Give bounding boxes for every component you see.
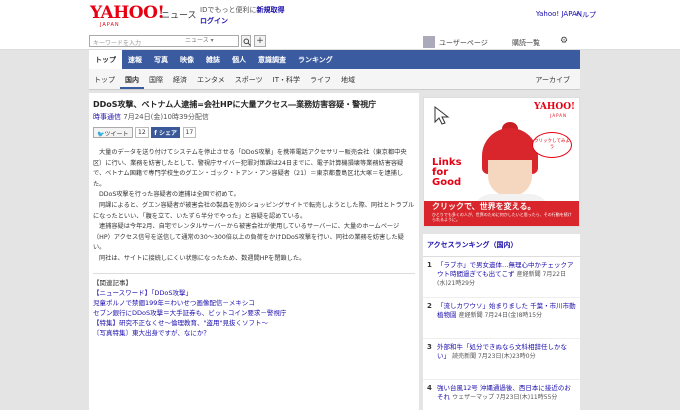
category-nav: トップ 国内 国際 経済 エンタメ スポーツ IT・科学 ライフ 地域 アーカイ…: [89, 69, 580, 90]
ad-click-bubble: クリックしてみよう: [532, 132, 572, 158]
category-tab-domestic[interactable]: 国内: [120, 69, 144, 89]
related-articles: 【関連記事】 【ニュースワード】「DDoS攻撃」 児童ポルノで禁錮199年＝わい…: [93, 272, 415, 338]
related-link[interactable]: 〔写真特集〕東大出身ですが、なにか？: [93, 328, 415, 338]
tweet-count: 12: [135, 127, 149, 138]
related-link[interactable]: 児童ポルノで禁錮199年＝わいせつ画像配信－メキシコ: [93, 298, 415, 308]
ranking-source: ウェザーマップ 7月23日(木)11時55分: [452, 394, 558, 401]
id-promo-text: IDでもっと便利に: [200, 6, 257, 14]
ad-small-text: ひとりでも多くの人が、世界のために何かしたいと思ったら、その行動を続けられるよう…: [432, 212, 572, 222]
article-meta: 時事通信 7月24日(金)10時39分配信: [93, 112, 415, 122]
login-link[interactable]: ログイン: [200, 16, 228, 26]
chevron-down-icon: ▾: [210, 37, 214, 44]
search-scope-select[interactable]: ニュース ▾: [185, 35, 214, 44]
ranking-source: 読売新聞 7月23日(木)23時0分: [452, 353, 536, 360]
article-paragraph: 同課によると、グエン容疑者が被害会社の製品を別のショッピングサイトで転売しようと…: [93, 201, 415, 220]
search-icon: [243, 38, 251, 46]
article-paragraph: DDoS攻撃を行った容疑者の逮捕は全国で初めて。: [99, 191, 240, 199]
facebook-share-button[interactable]: f シェア: [151, 127, 180, 138]
add-button[interactable]: +: [254, 35, 266, 47]
tweet-label: ツイート: [104, 131, 129, 138]
gear-icon[interactable]: ⚙: [558, 35, 570, 47]
nav-tab-individual[interactable]: 個人: [226, 50, 252, 69]
user-avatar-icon: [423, 36, 435, 48]
article-body: 大量のデータを送り付けてシステムを停止させる「DDoS攻撃」を携帯電話アクセサリ…: [93, 148, 415, 265]
article: DDoS攻撃、ベトナム人逮捕=会社HPに大量アクセス―業務妨害容疑・警視庁 時事…: [89, 93, 419, 410]
rank-number: 1: [427, 261, 432, 269]
register-link[interactable]: 新規取得: [256, 6, 284, 14]
related-link[interactable]: 【ニュースワード】「DDoS攻撃」: [93, 288, 415, 298]
article-paragraph: 大量のデータを送り付けてシステムを停止させる「DDoS攻撃」を携帯電話アクセサリ…: [93, 149, 407, 188]
category-tab-economy[interactable]: 経済: [168, 69, 192, 89]
nav-tab-survey[interactable]: 意識調査: [252, 50, 292, 69]
archive-link[interactable]: アーカイブ: [535, 75, 570, 85]
category-tab-top[interactable]: トップ: [89, 69, 120, 89]
category-tab-local[interactable]: 地域: [336, 69, 360, 89]
links-for-good-ad[interactable]: YAHOO! JAPAN クリックしてみよう Links for Good クリ…: [423, 97, 580, 227]
nav-tab-video[interactable]: 映像: [174, 50, 200, 69]
ad-tagline: Links for Good: [432, 157, 462, 188]
category-tab-entertainment[interactable]: エンタメ: [192, 69, 230, 89]
share-count: 17: [182, 127, 197, 138]
ranking-item[interactable]: 4 強い台風12号 沖縄通過後、西日本に接近のおそれ ウェザーマップ 7月23日…: [423, 380, 580, 410]
search-row: キーワードを入力 ニュース ▾ + ユーザーページ 購読一覧 ⚙: [0, 33, 680, 50]
article-paragraph: 同社は、サイトに接続しにくい状態になったため、数週間HPを閉鎖した。: [99, 254, 306, 262]
access-ranking: アクセスランキング（国内） 1 「ラブホ」で男女遺体…無理心中かチェックアウト時…: [423, 234, 580, 410]
yahoo-logo-sub: JAPAN: [100, 22, 120, 28]
search-button[interactable]: [241, 35, 251, 47]
article-title: DDoS攻撃、ベトナム人逮捕=会社HPに大量アクセス―業務妨害容疑・警視庁: [93, 100, 377, 109]
tweet-button[interactable]: 🐦ツイート: [93, 127, 133, 138]
related-link[interactable]: セブン銀行にDDoS攻撃＝大手証券も、ビットコイン要求－警視庁: [93, 308, 415, 318]
nav-tab-photos[interactable]: 写真: [148, 50, 174, 69]
nav-tab-ranking[interactable]: ランキング: [292, 50, 339, 69]
share-label: シェア: [158, 130, 177, 137]
article-paragraph: 逮捕容疑は今年2月、自宅でレンタルサーバーから被害会社が使用しているサーバーに、…: [93, 223, 404, 252]
category-tab-it-science[interactable]: IT・科学: [268, 69, 305, 89]
nav-tab-magazine[interactable]: 雑誌: [200, 50, 226, 69]
social-buttons: 🐦ツイート 12 f シェア 17: [93, 127, 415, 139]
ranking-item[interactable]: 3 外部和牛「処分できぬなら文科相辞任しかない」 読売新聞 7月23日(木)23…: [423, 339, 580, 380]
id-promo: IDでもっと便利に新規取得: [200, 5, 284, 15]
ad-catchphrase: クリックで、世界を変える。: [432, 202, 536, 211]
ad-child-face: [488, 160, 532, 196]
user-page-button[interactable]: ユーザーページ: [421, 34, 495, 49]
rank-number: 3: [427, 343, 432, 351]
ranking-title[interactable]: アクセスランキング（国内）: [423, 234, 580, 257]
category-tab-life[interactable]: ライフ: [305, 69, 336, 89]
rank-number: 2: [427, 302, 432, 310]
ranking-source: 産経新聞 7月24日(金)8時15分: [458, 312, 543, 319]
news-section-label[interactable]: ニュース: [161, 8, 197, 21]
rank-number: 4: [427, 384, 432, 392]
facebook-icon: f: [154, 130, 157, 137]
user-page-label: ユーザーページ: [439, 39, 488, 47]
search-scope-label: ニュース: [185, 37, 209, 44]
page: YAHOO! JAPAN ニュース IDでもっと便利に新規取得 ログイン Yah…: [0, 0, 680, 410]
nav-tab-breaking[interactable]: 速報: [122, 50, 148, 69]
subscription-list-button[interactable]: 購読一覧: [500, 34, 552, 49]
related-link[interactable]: 【特集】研究不正なくせ～倫理教育、"盗用"見抜くソフト～: [93, 318, 415, 328]
category-tab-international[interactable]: 国際: [144, 69, 168, 89]
cursor-pointer-icon: [434, 105, 450, 125]
help-link[interactable]: ヘルプ: [575, 10, 596, 20]
article-source-link[interactable]: 時事通信: [93, 113, 121, 121]
category-tab-sports[interactable]: スポーツ: [230, 69, 268, 89]
site-header: YAHOO! JAPAN ニュース IDでもっと便利に新規取得 ログイン Yah…: [0, 0, 680, 33]
yahoo-logo[interactable]: YAHOO!: [90, 5, 165, 22]
ranking-item[interactable]: 2 「流しカワウソ」始まりました 千葉・市川市動植物園 産経新聞 7月24日(金…: [423, 298, 580, 339]
search-input[interactable]: キーワードを入力: [89, 35, 239, 47]
article-datetime: 7月24日(金)10時39分配信: [123, 113, 209, 121]
primary-nav: トップ 速報 写真 映像 雑誌 個人 意識調査 ランキング: [89, 50, 580, 69]
ad-yahoo-logo-sub: JAPAN: [550, 113, 567, 118]
nav-tab-top[interactable]: トップ: [89, 50, 122, 69]
related-header: 【関連記事】: [93, 278, 132, 287]
ad-yahoo-logo: YAHOO!: [534, 102, 575, 112]
ranking-item[interactable]: 1 「ラブホ」で男女遺体…無理心中かチェックアウト時間過ぎても出てこず 産経新聞…: [423, 257, 580, 298]
